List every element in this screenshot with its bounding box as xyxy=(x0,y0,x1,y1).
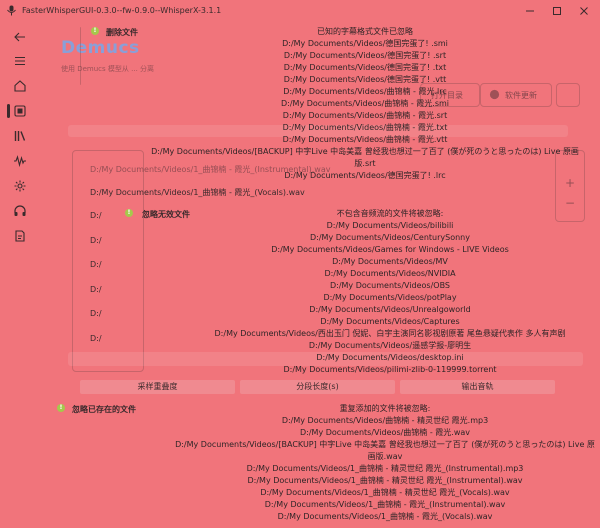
transcribe-icon xyxy=(14,105,26,117)
settings-icon xyxy=(14,180,26,192)
transcribe-nav-button[interactable] xyxy=(13,104,27,118)
segment-length-label[interactable]: 分段长度(s) xyxy=(240,380,395,394)
library-icon xyxy=(14,131,26,141)
info-icon xyxy=(125,208,133,217)
output-icon xyxy=(15,230,25,242)
infobar-delete-message: 已知的字幕格式文件已忽略 D:/My Documents/Videos/德国完蛋… xyxy=(151,27,579,180)
window-title: FasterWhisperGUI-0.3.0--fw-0.9.0--Whispe… xyxy=(22,6,222,15)
close-icon xyxy=(580,7,588,15)
file-row[interactable]: D:/ xyxy=(90,236,102,245)
overlap-label[interactable]: 采样重叠度 xyxy=(80,380,235,394)
output-track-label[interactable]: 输出音轨 xyxy=(400,380,555,394)
settings-nav-button[interactable] xyxy=(13,179,27,193)
file-row[interactable]: D:/ xyxy=(90,211,102,220)
infobar-exists-message: 重复添加的文件将被忽略: D:/My Documents/Videos/曲锦楠 … xyxy=(175,404,595,521)
file-row[interactable]: D:/ xyxy=(90,334,102,343)
file-row[interactable]: D:/My Documents/Videos/1_曲锦楠 - 霞光_(Vocal… xyxy=(90,187,305,198)
infobar-ignore-message: 不包含音频流的文件将被忽略: D:/My Documents/Videos/bi… xyxy=(214,209,566,374)
demucs-nav-button[interactable] xyxy=(13,204,27,218)
back-button[interactable] xyxy=(13,30,27,44)
title-bar: FasterWhisperGUI-0.3.0--fw-0.9.0--Whispe… xyxy=(0,0,600,22)
file-row[interactable]: D:/ xyxy=(90,285,102,294)
divider xyxy=(80,27,82,85)
audio-nav-button[interactable] xyxy=(13,154,27,168)
headphones-icon xyxy=(14,205,26,216)
selected-indicator xyxy=(7,104,10,118)
app-icon xyxy=(7,5,16,16)
demucs-logo: Demucs xyxy=(61,38,140,58)
maximize-icon xyxy=(553,7,561,15)
maximize-button[interactable] xyxy=(549,3,565,19)
back-icon xyxy=(14,32,25,42)
file-row[interactable]: D:/ xyxy=(90,260,102,269)
home-nav-button[interactable] xyxy=(13,79,27,93)
page-subtitle: 使用 Demucs 模型从 ... 分离 xyxy=(61,65,155,73)
info-icon xyxy=(91,26,99,35)
menu-button[interactable] xyxy=(13,54,27,68)
minimize-button[interactable] xyxy=(522,3,538,19)
minimize-icon xyxy=(526,10,534,12)
infobar-delete-title: 删除文件 xyxy=(106,28,138,37)
file-row[interactable]: D:/ xyxy=(90,309,102,318)
info-icon xyxy=(57,403,65,412)
menu-icon xyxy=(15,56,25,66)
infobar-exists-title: 忽略已存在的文件 xyxy=(72,405,136,414)
home-icon xyxy=(14,80,26,92)
library-nav-button[interactable] xyxy=(13,129,27,143)
file-list-panel xyxy=(72,150,144,372)
waveform-icon xyxy=(14,155,26,168)
close-button[interactable] xyxy=(576,3,592,19)
output-nav-button[interactable] xyxy=(13,229,27,243)
